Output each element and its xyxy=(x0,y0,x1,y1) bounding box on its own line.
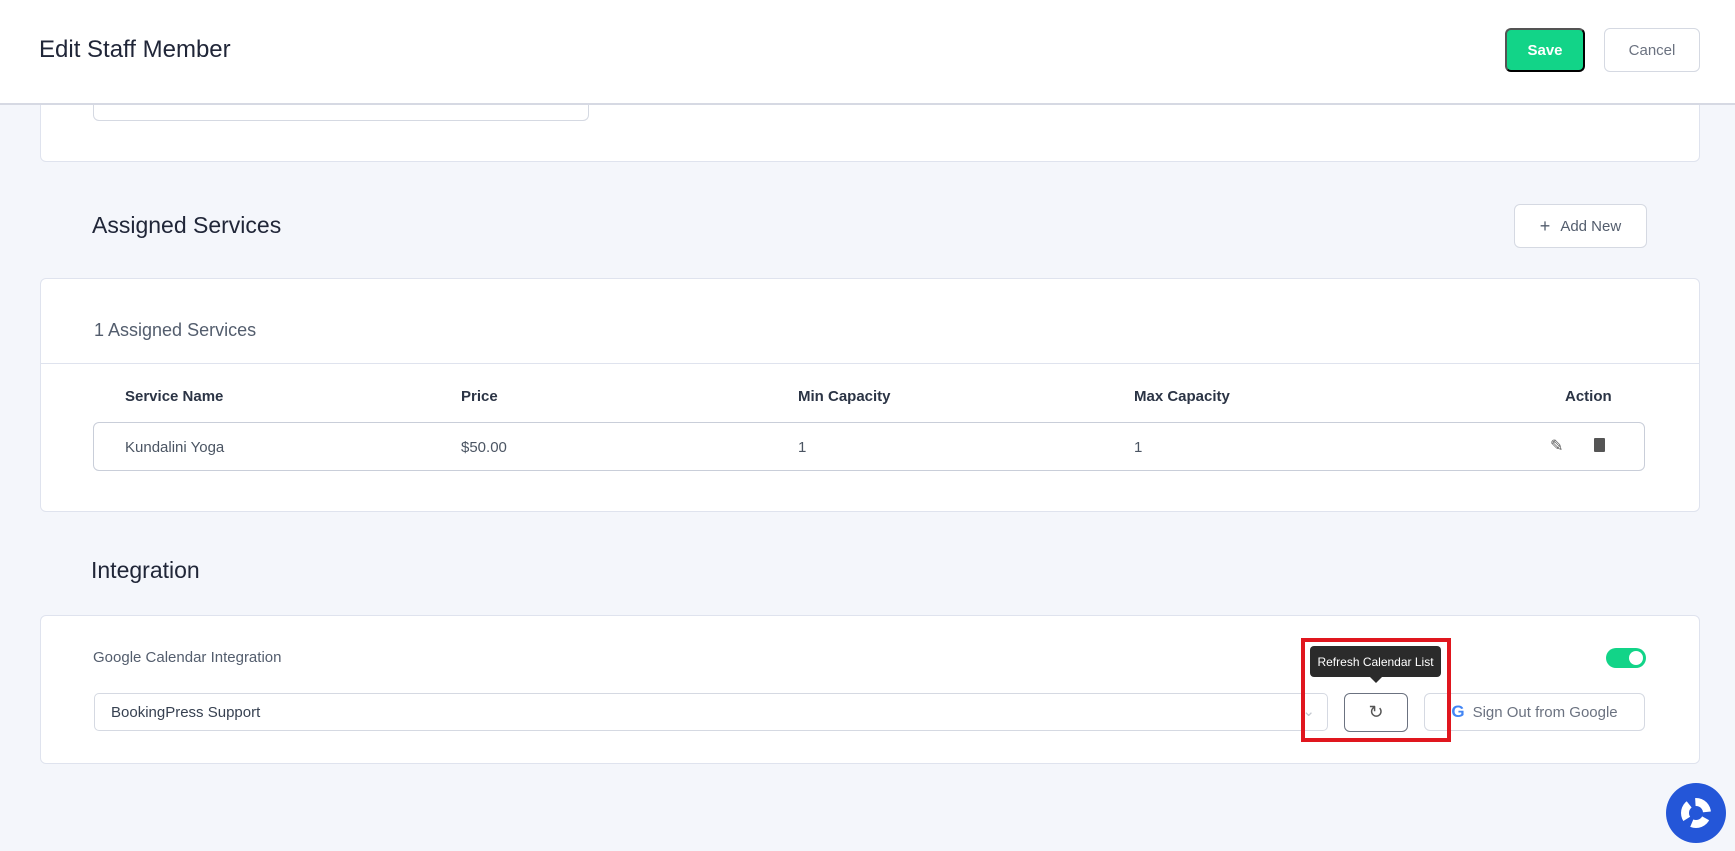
services-count: 1 Assigned Services xyxy=(94,320,257,340)
help-button[interactable] xyxy=(1666,783,1726,843)
col-min-capacity: Min Capacity xyxy=(798,388,891,405)
service-min: 1 xyxy=(798,439,807,456)
add-new-button[interactable]: + Add New xyxy=(1514,204,1647,248)
col-max-capacity: Max Capacity xyxy=(1134,388,1230,405)
integration-heading: Integration xyxy=(91,557,200,583)
divider xyxy=(41,363,1699,364)
sign-out-google-button[interactable]: G Sign Out from Google xyxy=(1424,693,1645,731)
save-button[interactable]: Save xyxy=(1505,28,1585,72)
add-new-label: Add New xyxy=(1560,217,1622,235)
col-price: Price xyxy=(461,388,498,405)
cancel-button[interactable]: Cancel xyxy=(1604,28,1700,72)
plus-icon: + xyxy=(1539,215,1551,236)
google-icon: G xyxy=(1451,702,1465,721)
table-row xyxy=(93,422,1645,471)
edit-icon[interactable]: ✎ xyxy=(1550,436,1563,456)
page-header: Edit Staff Member Save Cancel xyxy=(0,0,1735,105)
integration-card xyxy=(40,615,1700,764)
services-heading: Assigned Services xyxy=(92,212,282,238)
service-max: 1 xyxy=(1134,439,1143,456)
service-price: $50.00 xyxy=(461,439,507,456)
delete-icon[interactable] xyxy=(1594,438,1605,452)
highlight-box xyxy=(1301,638,1451,742)
service-name: Kundalini Yoga xyxy=(125,439,225,456)
col-service-name: Service Name xyxy=(125,388,224,405)
page-title: Edit Staff Member xyxy=(39,36,231,63)
calendar-select-value: BookingPress Support xyxy=(111,704,261,721)
sign-out-label: Sign Out from Google xyxy=(1472,703,1618,721)
google-calendar-toggle[interactable] xyxy=(1606,648,1646,668)
col-action: Action xyxy=(1565,388,1612,405)
toggle-knob xyxy=(1629,651,1643,665)
calendar-select[interactable]: BookingPress Support ⌄ xyxy=(94,693,1328,731)
google-calendar-label: Google Calendar Integration xyxy=(93,649,282,666)
lifebuoy-icon xyxy=(1681,798,1711,828)
